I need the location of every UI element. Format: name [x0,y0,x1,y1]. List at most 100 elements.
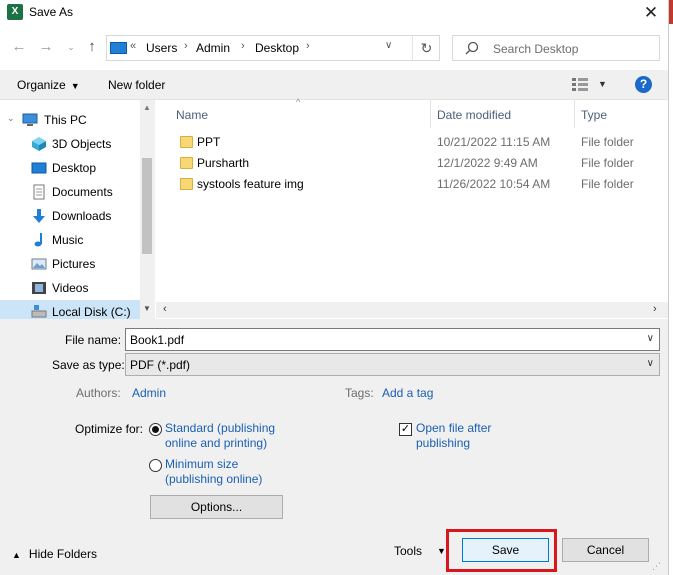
chevron-up-icon: ▲ [12,550,21,560]
this-pc-icon [22,113,38,126]
column-divider[interactable] [574,100,575,128]
address-bar[interactable]: « Users › Admin › Desktop › ∨ ↻ [106,35,440,61]
chevron-down-icon[interactable]: ∨ [647,358,654,369]
toolbar: Organize ▼ New folder ▼ ? [0,70,668,100]
search-icon [465,41,479,55]
table-row[interactable]: systools feature img 11/26/2022 10:54 AM… [174,174,664,195]
back-arrow-icon[interactable]: ← [10,38,28,56]
view-options-icon[interactable] [572,78,588,91]
tools-button[interactable]: Tools [394,544,422,558]
breadcrumb-separator-icon[interactable]: › [241,40,245,52]
save-as-type-label: Save as type: [52,358,125,372]
address-dropdown-icon[interactable]: ∨ [385,40,392,51]
nav-item-music[interactable]: Music [0,228,141,252]
save-as-type-select[interactable]: PDF (*.pdf) ∨ [125,353,660,376]
nav-item-this-pc[interactable]: ⌄ This PC [0,108,141,132]
file-name-value: Book1.pdf [130,333,185,347]
nav-item-desktop[interactable]: Desktop [0,156,141,180]
resize-grip-icon[interactable]: ⋰ [652,561,664,573]
optimize-for-label: Optimize for: [75,422,144,436]
save-as-dialog: X Save As ✕ ← → ⌄ ↑ « Users › Admin › De… [0,0,673,575]
nav-item-videos[interactable]: Videos [0,276,141,300]
nav-label: 3D Objects [52,137,112,151]
file-date: 10/21/2022 11:15 AM [437,135,551,149]
file-type: File folder [581,177,634,191]
navigation-scrollbar[interactable]: ▲ ▼ [140,100,155,319]
file-name: systools feature img [197,177,304,191]
hide-folders-button[interactable]: ▲ Hide Folders [12,547,97,561]
column-divider[interactable] [430,100,431,128]
local-disk-icon [31,305,47,318]
overflow-chevron-icon[interactable]: « [130,40,136,52]
optimize-standard-label[interactable]: Standard (publishing online and printing… [165,421,275,451]
folder-icon [180,157,193,169]
breadcrumb-separator-icon[interactable]: › [184,40,188,52]
tags-input[interactable]: Add a tag [382,386,433,400]
nav-label: Documents [52,185,113,199]
open-after-publish-checkbox[interactable]: ✓ [399,423,412,436]
column-header-type[interactable]: Type [581,108,607,122]
authors-value[interactable]: Admin [132,386,166,400]
collapse-chevron-icon[interactable]: ⌄ [7,113,15,124]
music-icon [34,233,42,247]
forward-arrow-icon[interactable]: → [37,38,55,56]
column-header-name[interactable]: Name [176,108,208,122]
nav-item-documents[interactable]: Documents [0,180,141,204]
optimize-minimum-label[interactable]: Minimum size (publishing online) [165,457,262,487]
nav-item-pictures[interactable]: Pictures [0,252,141,276]
horizontal-scrollbar[interactable]: ‹ › [156,302,668,318]
view-dropdown-icon[interactable]: ▼ [598,79,607,89]
nav-item-downloads[interactable]: Downloads [0,204,141,228]
folder-icon [180,136,193,148]
nav-label: Videos [52,281,89,295]
breadcrumb-separator-icon[interactable]: › [306,40,310,52]
help-icon[interactable]: ? [635,76,652,93]
scroll-up-icon[interactable]: ▲ [143,103,151,112]
documents-icon [33,184,45,200]
column-header-date-modified[interactable]: Date modified [437,108,511,122]
recent-locations-chevron-icon[interactable]: ⌄ [62,38,80,56]
nav-label: Local Disk (C:) [52,305,131,319]
table-row[interactable]: Pursharth 12/1/2022 9:49 AM File folder [174,153,664,174]
save-as-type-value: PDF (*.pdf) [130,358,191,372]
scroll-down-icon[interactable]: ▼ [143,304,151,313]
optimize-standard-radio[interactable] [149,423,162,436]
breadcrumb-admin[interactable]: Admin [196,41,230,55]
refresh-button[interactable]: ↻ [412,36,440,60]
scroll-left-icon[interactable]: ‹ [163,303,167,315]
organize-button[interactable]: Organize ▼ [17,78,80,92]
table-row[interactable]: PPT 10/21/2022 11:15 AM File folder [174,132,664,153]
hide-folders-label: Hide Folders [28,547,97,561]
window-title: Save As [29,5,74,19]
authors-label: Authors: [76,386,121,400]
new-folder-button[interactable]: New folder [108,78,165,92]
optimize-minimum-radio[interactable] [149,459,162,472]
open-after-publish-label[interactable]: Open file after publishing [416,421,491,451]
downloads-icon [33,209,45,223]
tools-dropdown-icon[interactable]: ▼ [437,546,446,556]
cancel-button[interactable]: Cancel [562,538,649,562]
close-icon[interactable]: ✕ [640,2,662,24]
breadcrumb-desktop[interactable]: Desktop [255,41,299,55]
file-name-field[interactable]: Book1.pdf ∨ [125,328,660,351]
file-name-label: File name: [65,333,122,347]
search-placeholder: Search Desktop [493,42,579,56]
options-button[interactable]: Options... [150,495,283,519]
folder-icon [180,178,193,190]
tags-label: Tags: [345,386,374,400]
file-name: PPT [197,135,221,149]
nav-item-3d-objects[interactable]: 3D Objects [0,132,141,156]
organize-label: Organize [17,78,66,92]
scroll-thumb[interactable] [142,158,152,254]
file-name: Pursharth [197,156,250,170]
nav-label: Desktop [52,161,97,175]
search-input[interactable]: Search Desktop [452,35,660,61]
file-type: File folder [581,156,634,170]
nav-label: This PC [44,113,87,127]
desktop-icon [31,162,47,174]
breadcrumb-users[interactable]: Users [146,41,177,55]
scroll-right-icon[interactable]: › [653,303,657,315]
nav-item-local-disk[interactable]: Local Disk (C:) [0,300,141,319]
chevron-down-icon[interactable]: ∨ [647,333,654,344]
up-arrow-icon[interactable]: ↑ [83,38,101,56]
